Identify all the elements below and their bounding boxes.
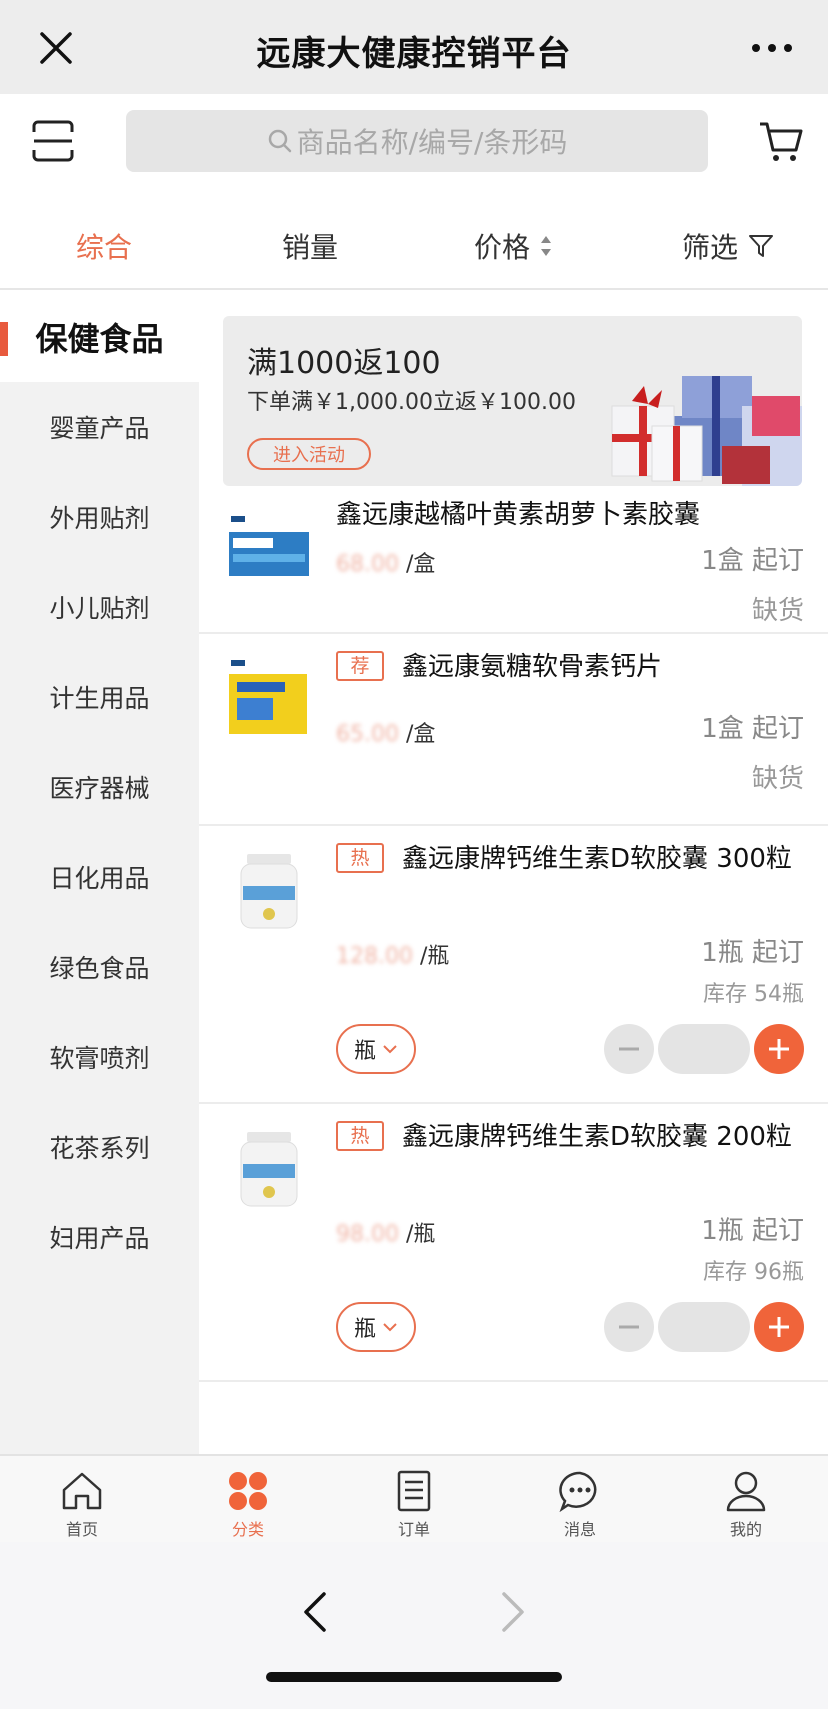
- recommend-badge: 荐: [336, 651, 384, 681]
- decrease-button[interactable]: [604, 1302, 654, 1352]
- quantity-input[interactable]: [658, 1024, 750, 1074]
- user-icon: [726, 1471, 766, 1512]
- quantity-input[interactable]: [658, 1302, 750, 1352]
- quantity-stepper: [604, 1302, 804, 1352]
- promo-title: 满1000返100: [247, 346, 441, 381]
- tab-category[interactable]: 分类: [198, 1470, 298, 1540]
- sold-out-label: 缺货: [751, 596, 804, 626]
- promo-banner[interactable]: 满1000返100 下单满￥1,000.00立返￥100.00 进入活动: [223, 316, 802, 486]
- product-price: 68.00 /盒: [336, 552, 436, 577]
- forward-arrow-icon[interactable]: [498, 1590, 528, 1634]
- search-row: 商品名称/编号/条形码: [0, 94, 828, 190]
- sidebar-item-health-food[interactable]: 保健食品: [0, 292, 199, 382]
- back-arrow-icon[interactable]: [300, 1590, 330, 1634]
- search-placeholder: 商品名称/编号/条形码: [296, 126, 568, 159]
- unit-select[interactable]: 瓶: [336, 1024, 416, 1074]
- product-image: [229, 660, 307, 734]
- sidebar-item-child-patch[interactable]: 小儿贴剂: [0, 562, 199, 652]
- category-icon: [229, 1472, 267, 1510]
- enter-activity-button[interactable]: 进入活动: [247, 438, 371, 470]
- sort-arrows-icon: [541, 236, 552, 256]
- more-icon[interactable]: [750, 36, 794, 60]
- home-icon: [62, 1472, 102, 1510]
- filter-icon: [749, 235, 774, 257]
- minus-icon: [619, 1325, 639, 1329]
- minus-icon: [619, 1047, 639, 1051]
- min-order: 1瓶 起订: [701, 1216, 804, 1246]
- title-bar: 远康大健康控销平台: [0, 0, 828, 94]
- bottom-tab-bar: 首页 分类 订单 消息 我的: [0, 1454, 828, 1542]
- decrease-button[interactable]: [604, 1024, 654, 1074]
- sidebar-item-family-planning[interactable]: 计生用品: [0, 652, 199, 742]
- product-name: 热鑫远康牌钙维生素D软胶囊 300粒: [336, 842, 804, 876]
- message-icon: [559, 1471, 597, 1512]
- sidebar-item-green-food[interactable]: 绿色食品: [0, 922, 199, 1012]
- sort-bar: 综合 销量 价格 筛选: [0, 190, 828, 290]
- sort-tab-price[interactable]: 价格: [474, 226, 552, 266]
- product-price: 65.00 /盒: [336, 722, 436, 747]
- sort-tab-comprehensive[interactable]: 综合: [76, 226, 132, 266]
- chevron-down-icon: [383, 1323, 397, 1332]
- sidebar-item-medical-device[interactable]: 医疗器械: [0, 742, 199, 832]
- sidebar-item-external-patch[interactable]: 外用贴剂: [0, 472, 199, 562]
- increase-button[interactable]: [754, 1024, 804, 1074]
- orders-icon: [397, 1470, 431, 1512]
- promo-desc: 下单满￥1,000.00立返￥100.00: [247, 390, 576, 415]
- min-order: 1瓶 起订: [701, 938, 804, 968]
- tab-home[interactable]: 首页: [32, 1470, 132, 1540]
- product-price: 128.00 /瓶: [336, 944, 450, 969]
- cart-icon[interactable]: [758, 118, 804, 164]
- product-name: 鑫远康越橘叶黄素胡萝卜素胶囊: [336, 500, 701, 530]
- product-name: 荐鑫远康氨糖软骨素钙片: [336, 650, 804, 684]
- min-order: 1盒 起订: [701, 546, 804, 576]
- product-card[interactable]: 热鑫远康牌钙维生素D软胶囊 300粒 128.00 /瓶 1瓶 起订 库存 54…: [199, 828, 828, 1104]
- search-icon: [268, 129, 291, 153]
- plus-icon: [769, 1317, 789, 1337]
- sidebar-item-daily-chemical[interactable]: 日化用品: [0, 832, 199, 922]
- min-order: 1盒 起订: [701, 714, 804, 744]
- product-card[interactable]: 鑫远康越橘叶黄素胡萝卜素胶囊 68.00 /盒 1盒 起订 缺货: [199, 484, 828, 634]
- sidebar-item-flower-tea[interactable]: 花茶系列: [0, 1102, 199, 1192]
- product-image: [240, 1132, 298, 1207]
- stock-label: 库存 96瓶: [703, 1260, 804, 1285]
- product-image: [240, 854, 298, 929]
- page-title: 远康大健康控销平台: [256, 34, 572, 74]
- sidebar-item-ointment-spray[interactable]: 软膏喷剂: [0, 1012, 199, 1102]
- product-list: 满1000返100 下单满￥1,000.00立返￥100.00 进入活动 鑫远康…: [199, 292, 828, 1454]
- home-indicator: [266, 1672, 562, 1682]
- hot-badge: 热: [336, 843, 384, 873]
- tab-orders[interactable]: 订单: [364, 1470, 464, 1540]
- increase-button[interactable]: [754, 1302, 804, 1352]
- category-sidebar: 保健食品 婴童产品 外用贴剂 小儿贴剂 计生用品 医疗器械 日化用品 绿色食品 …: [0, 292, 199, 1454]
- scan-icon[interactable]: [30, 118, 76, 164]
- hot-badge: 热: [336, 1121, 384, 1151]
- stock-label: 库存 54瓶: [703, 982, 804, 1007]
- search-input[interactable]: 商品名称/编号/条形码: [126, 110, 708, 172]
- product-card[interactable]: 热鑫远康牌钙维生素D软胶囊 200粒 98.00 /瓶 1瓶 起订 库存 96瓶…: [199, 1106, 828, 1382]
- sort-tab-filter[interactable]: 筛选: [682, 226, 774, 266]
- sort-tab-sales[interactable]: 销量: [282, 226, 338, 266]
- quantity-stepper: [604, 1024, 804, 1074]
- product-image: [229, 516, 309, 576]
- tab-messages[interactable]: 消息: [530, 1470, 630, 1540]
- tab-profile[interactable]: 我的: [696, 1470, 796, 1540]
- sold-out-label: 缺货: [751, 764, 804, 794]
- browser-nav-bar: [0, 1542, 828, 1709]
- chevron-down-icon: [383, 1045, 397, 1054]
- plus-icon: [769, 1039, 789, 1059]
- gift-boxes-image: [611, 376, 802, 486]
- product-price: 98.00 /瓶: [336, 1222, 436, 1247]
- product-card[interactable]: 荐鑫远康氨糖软骨素钙片 65.00 /盒 1盒 起订 缺货: [199, 636, 828, 826]
- sidebar-item-baby[interactable]: 婴童产品: [0, 382, 199, 472]
- sidebar-item-women-products[interactable]: 妇用产品: [0, 1192, 199, 1282]
- product-name: 热鑫远康牌钙维生素D软胶囊 200粒: [336, 1120, 804, 1154]
- unit-select[interactable]: 瓶: [336, 1302, 416, 1352]
